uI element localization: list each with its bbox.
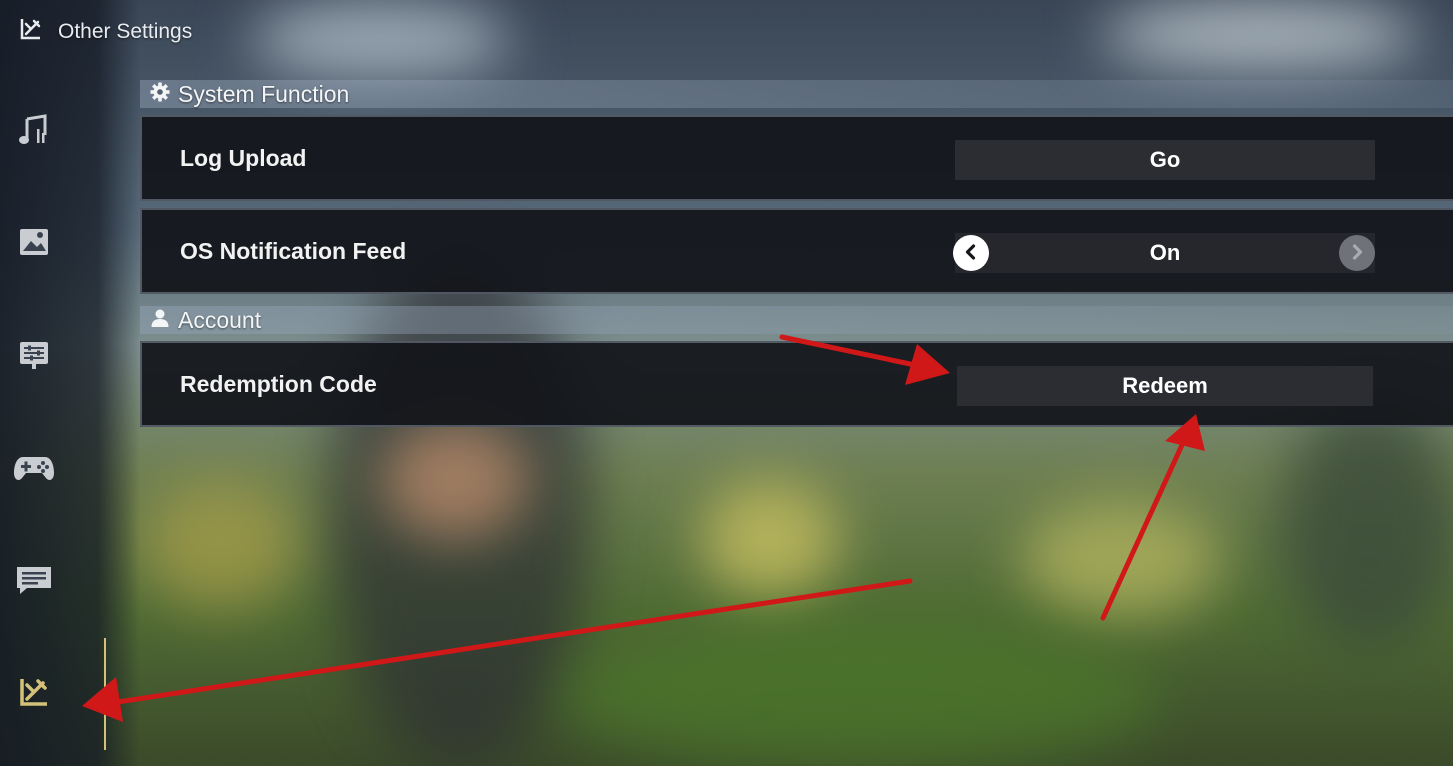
section-header-account: Account — [140, 306, 1453, 334]
active-indicator — [104, 638, 106, 750]
next-option-button[interactable] — [1339, 235, 1375, 271]
sidebar-item-other[interactable] — [14, 674, 54, 714]
chevron-right-icon — [1349, 240, 1365, 266]
chevron-left-icon — [963, 240, 979, 266]
notification-selector: On — [953, 233, 1375, 273]
section-header-system: System Function — [140, 80, 1453, 108]
setting-label: Redemption Code — [180, 370, 377, 397]
page-title: Other Settings — [58, 19, 193, 43]
sidebar-item-graphics[interactable] — [14, 224, 54, 264]
setting-label: Log Upload — [180, 144, 307, 171]
chat-icon — [15, 563, 53, 602]
button-label: Go — [1149, 147, 1181, 172]
setting-row-redemption: Redemption Code Redeem — [140, 341, 1453, 427]
person-icon — [150, 308, 170, 333]
wrench-brush-icon — [17, 675, 51, 714]
previous-option-button[interactable] — [953, 235, 989, 271]
section-title: System Function — [178, 80, 350, 107]
wrench-brush-icon — [18, 16, 44, 47]
button-label: Redeem — [1122, 373, 1208, 398]
setting-label: OS Notification Feed — [180, 237, 407, 264]
setting-row-log-upload: Log Upload Go — [140, 115, 1453, 201]
sidebar-item-chat[interactable] — [14, 562, 54, 602]
music-note-icon — [17, 113, 51, 152]
page-header: Other Settings — [18, 16, 192, 47]
gear-icon — [150, 82, 170, 107]
section-title: Account — [178, 306, 262, 333]
log-upload-go-button[interactable]: Go — [955, 140, 1375, 180]
sidebar-item-audio[interactable] — [14, 112, 54, 152]
setting-row-os-notification: OS Notification Feed On — [140, 208, 1453, 294]
sliders-icon — [18, 339, 50, 376]
sidebar-item-display[interactable] — [14, 337, 54, 377]
redeem-button[interactable]: Redeem — [957, 366, 1373, 406]
selected-value: On — [1149, 240, 1181, 265]
sidebar-item-controls[interactable] — [14, 450, 54, 490]
gamepad-icon — [13, 453, 55, 488]
image-icon — [18, 226, 50, 263]
